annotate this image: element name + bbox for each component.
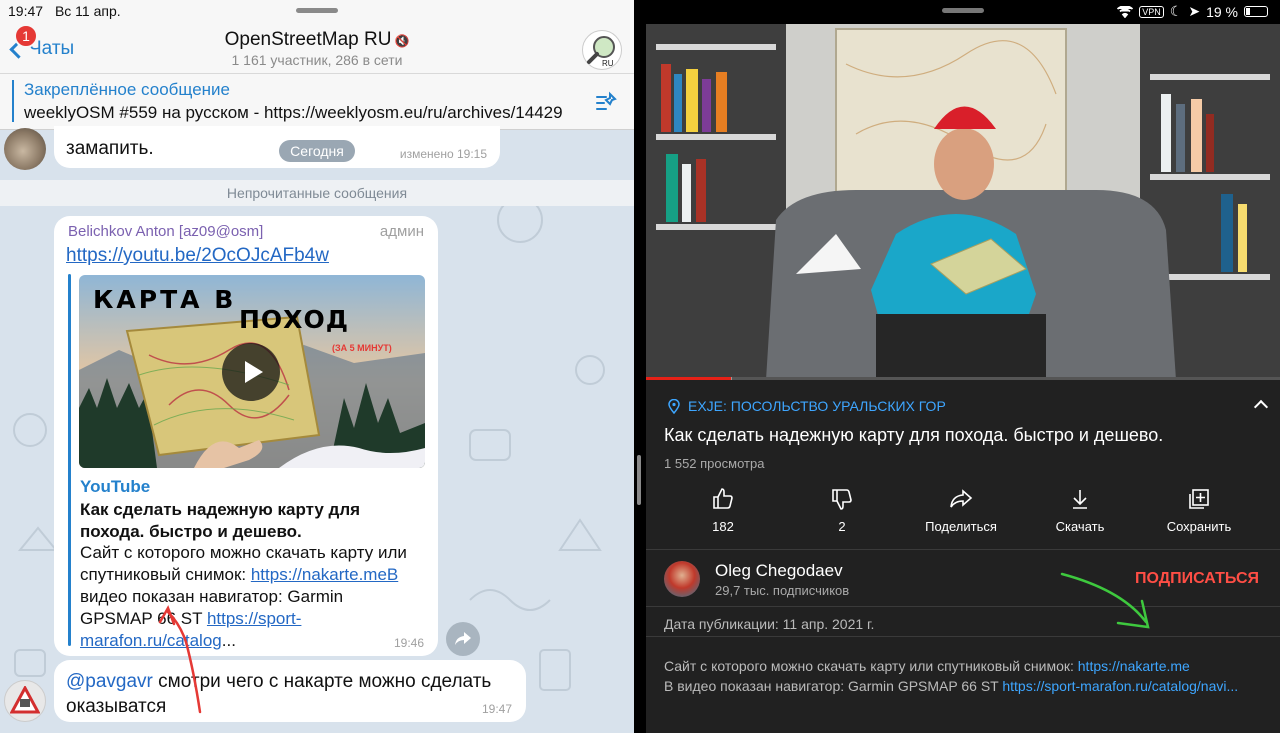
avatar-road-sign[interactable] <box>4 680 46 722</box>
download-label: Скачать <box>1055 519 1105 534</box>
thumbs-up-icon <box>713 488 733 509</box>
window-grabber[interactable] <box>296 8 338 13</box>
play-icon[interactable] <box>222 343 280 401</box>
publish-date: Дата публикации: 11 апр. 2021 г. <box>664 616 875 632</box>
thumbs-down-icon <box>832 489 852 510</box>
divider <box>646 636 1280 637</box>
desc-link-nakarte[interactable]: https://nakarte.meB <box>251 565 398 584</box>
subscriber-count: 29,7 тыс. подписчиков <box>715 583 850 598</box>
message-time: изменено 19:15 <box>399 147 487 161</box>
desc-link-sport-marafon[interactable]: https://sport-marafon.ru/catalog/navi... <box>1002 678 1238 694</box>
youtube-link[interactable]: https://youtu.be/2OcOJcAFb4w <box>66 245 329 267</box>
progress-played <box>646 377 731 380</box>
sender-role: админ <box>379 223 424 240</box>
save-button[interactable]: Сохранить <box>1144 487 1254 534</box>
mention-link[interactable]: @pavgavr <box>66 671 153 692</box>
location-tag[interactable]: EXJE: ПОСОЛЬСТВО УРАЛЬСКИХ ГОР <box>668 398 946 414</box>
video-description: Сайт с которого можно скачать карту или … <box>664 656 1264 696</box>
divider <box>646 606 1280 607</box>
battery-percent: 19 % <box>1206 3 1238 20</box>
forward-button[interactable] <box>446 622 480 656</box>
warning-sign-icon <box>10 686 40 714</box>
pinned-title: Закреплённое сообщение <box>24 80 230 99</box>
sender-name[interactable]: Belichkov Anton [az09@osm] <box>68 223 263 240</box>
date-pill: Сегодня <box>279 140 355 162</box>
thumbnail-title-3: (ЗА 5 МИНУТ) <box>332 343 392 353</box>
message-text: замапить. <box>66 138 154 159</box>
youtube-pane: VPN ☾ ➤ 19 % EXJE: ПОСОЛЬСТВО УРАЛЬСКИХ … <box>646 0 1280 733</box>
video-frame <box>646 24 1280 380</box>
location-pin-icon <box>668 398 680 414</box>
pin-list-icon[interactable] <box>594 90 618 114</box>
location-tag-text: EXJE: ПОСОЛЬСТВО УРАЛЬСКИХ ГОР <box>688 398 946 414</box>
split-view-divider-handle[interactable] <box>637 455 641 505</box>
vpn-indicator: VPN <box>1139 5 1164 18</box>
location-icon: ➤ <box>1188 3 1201 19</box>
channel-name[interactable]: Oleg Chegodaev <box>715 561 843 581</box>
video-actions: 182 2 Поделиться Скачать Сохранить <box>646 487 1280 539</box>
wifi-icon <box>1117 5 1134 18</box>
moon-icon: ☾ <box>1169 3 1183 19</box>
video-player[interactable] <box>646 24 1280 380</box>
unread-separator: Непрочитанные сообщения <box>0 180 634 206</box>
muted-icon: 🔇 <box>394 34 410 48</box>
pinned-message[interactable]: Закреплённое сообщение weeklyOSM #559 на… <box>0 74 634 130</box>
pinned-text: weeklyOSM #559 на русском - https://week… <box>24 103 563 122</box>
share-button[interactable]: Поделиться <box>906 487 1016 534</box>
download-icon <box>1073 490 1087 509</box>
chat-title[interactable]: OpenStreetMap RU 🔇 <box>0 29 634 51</box>
avatar-ru-label: RU <box>602 59 614 68</box>
add-to-playlist-icon <box>1189 489 1209 509</box>
status-bar-right: VPN ☾ ➤ 19 % <box>646 0 1280 24</box>
preview-description: Сайт с которого можно скачать карту или … <box>80 542 420 652</box>
desc-ellipsis: ... <box>221 631 236 650</box>
status-time: 19:47 <box>8 3 44 19</box>
preview-title: Как сделать надежную карту для похода. б… <box>80 500 361 541</box>
like-count: 182 <box>712 519 734 534</box>
share-label: Поделиться <box>925 519 997 534</box>
desc-line-2: В видео показан навигатор: Garmin GPSMAP… <box>664 678 1003 694</box>
preview-site-name: YouTube <box>80 477 151 496</box>
dislike-button[interactable]: 2 <box>787 487 897 534</box>
subscribe-button[interactable]: ПОДПИСАТЬСЯ <box>1135 570 1259 588</box>
message-bubble-3[interactable]: @pavgavr смотри чего с накарте можно сде… <box>54 660 526 722</box>
status-bar-left: 19:47 Вс 11 апр. <box>8 3 129 19</box>
window-grabber[interactable] <box>942 8 984 13</box>
video-title[interactable]: Как сделать надежную карту для похода. б… <box>664 425 1264 446</box>
telegram-header: 19:47 Вс 11 апр. Чаты 1 OpenStreetMap RU… <box>0 0 634 74</box>
preview-accent-bar <box>68 274 71 646</box>
message-time: 19:46 <box>393 636 424 650</box>
avatar-cat[interactable] <box>4 128 46 170</box>
message-time: 19:47 <box>481 702 512 716</box>
dislike-count: 2 <box>838 519 846 534</box>
channel-avatar[interactable] <box>664 561 700 597</box>
share-arrow-icon <box>455 632 471 645</box>
collapse-chevron-icon[interactable] <box>1253 399 1269 415</box>
thumbnail-title-2: ПОХОД <box>239 305 349 334</box>
desc-link-nakarte[interactable]: https://nakarte.me <box>1078 658 1190 674</box>
download-button[interactable]: Скачать <box>1025 487 1135 534</box>
osm-magnifier-icon: RU <box>587 36 615 68</box>
thumbnail-title-1: КАРТА В <box>93 285 237 314</box>
pinned-accent-bar <box>12 80 14 122</box>
telegram-pane: 19:47 Вс 11 апр. Чаты 1 OpenStreetMap RU… <box>0 0 634 733</box>
status-icons: VPN ☾ ➤ 19 % <box>1117 3 1268 20</box>
battery-icon <box>1244 6 1268 17</box>
video-progress-bar[interactable] <box>646 377 1280 380</box>
share-icon <box>950 489 973 508</box>
video-thumbnail[interactable]: КАРТА В ПОХОД (ЗА 5 МИНУТ) <box>79 275 425 468</box>
save-label: Сохранить <box>1166 519 1232 534</box>
message-bubble-2[interactable]: Belichkov Anton [az09@osm] админ https:/… <box>54 216 438 656</box>
status-date: Вс 11 апр. <box>54 3 121 19</box>
message-text: @pavgavr смотри чего с накарте можно сде… <box>66 669 516 719</box>
chat-title-text: OpenStreetMap RU <box>224 29 392 50</box>
message-bubble-1[interactable]: замапить. изменено 19:15 <box>54 126 500 168</box>
like-button[interactable]: 182 <box>668 487 778 534</box>
desc-line-1: Сайт с которого можно скачать карту или … <box>664 658 1078 674</box>
divider <box>646 549 1280 550</box>
chat-members-count: 1 161 участник, 286 в сети <box>231 52 403 68</box>
view-count: 1 552 просмотра <box>664 456 765 471</box>
group-avatar[interactable]: RU <box>582 30 622 70</box>
